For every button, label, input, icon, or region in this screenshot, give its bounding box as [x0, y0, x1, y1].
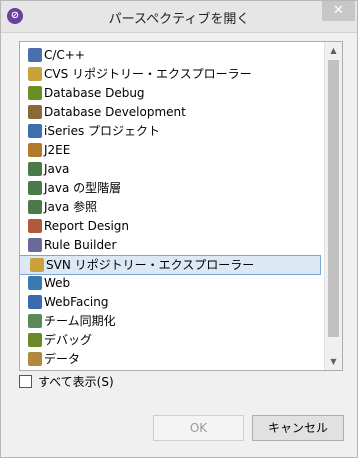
title-bar[interactable]: ⊘ パースペクティブを開く ✕	[1, 1, 357, 33]
svn-repository-icon	[30, 258, 44, 272]
list-item-label: Java	[44, 162, 70, 176]
open-perspective-dialog: ⊘ パースペクティブを開く ✕ データ デバッグ チーム同期化 WebFacing We…	[0, 0, 358, 458]
list-item-label: Database Debug	[44, 86, 145, 100]
show-all-checkbox[interactable]	[19, 375, 32, 388]
close-button[interactable]: ✕	[322, 1, 355, 21]
list-item-label: iSeries プロジェクト	[44, 124, 161, 138]
vertical-scrollbar[interactable]: ▲ ▼	[324, 42, 342, 370]
list-item-label: Web	[44, 276, 71, 290]
database-debug-icon	[28, 86, 42, 100]
list-item-label: チーム同期化	[44, 314, 116, 328]
debug-icon	[28, 333, 42, 347]
list-item[interactable]: C/C++	[28, 46, 91, 64]
list-item[interactable]: CVS リポジトリー・エクスプローラー	[28, 65, 258, 83]
list-item[interactable]: データ	[28, 350, 86, 368]
list-item[interactable]: Web	[28, 274, 76, 292]
rule-builder-icon	[28, 238, 42, 252]
iseries-project-icon	[28, 124, 42, 138]
list-item-label: Database Development	[44, 105, 186, 119]
list-item[interactable]: iSeries プロジェクト	[28, 122, 166, 140]
list-item-label: C/C++	[44, 48, 85, 62]
scroll-up-arrow[interactable]: ▲	[325, 42, 342, 59]
list-item[interactable]: SVN リポジトリー・エクスプローラー	[20, 255, 321, 275]
list-item-label: WebFacing	[44, 295, 109, 309]
list-item[interactable]: Database Debug	[28, 84, 151, 102]
data-icon	[28, 352, 42, 366]
team-sync-icon	[28, 314, 42, 328]
ok-button[interactable]: OK	[153, 415, 244, 441]
list-item-label: Report Design	[44, 219, 130, 233]
list-item[interactable]: Java の型階層	[28, 179, 127, 197]
show-all-row[interactable]: すべて表示(S)	[19, 373, 114, 391]
list-item[interactable]: Java 参照	[28, 198, 103, 216]
java-icon	[28, 162, 42, 176]
list-item-label: デバッグ	[44, 333, 93, 347]
list-item-label: J2EE	[44, 143, 71, 157]
cvs-repository-icon	[28, 67, 42, 81]
list-item[interactable]: Report Design	[28, 217, 135, 235]
cancel-button[interactable]: キャンセル	[252, 415, 344, 441]
dialog-content: データ デバッグ チーム同期化 WebFacing Web SVN リポジトリー・エクスプ…	[1, 33, 357, 457]
perspective-list[interactable]: データ デバッグ チーム同期化 WebFacing Web SVN リポジトリー・エクスプ…	[19, 41, 343, 371]
list-item-label: CVS リポジトリー・エクスプローラー	[44, 67, 252, 81]
list-item-label: Rule Builder	[44, 238, 117, 252]
list-item-label: SVN リポジトリー・エクスプローラー	[46, 258, 255, 272]
list-item[interactable]: チーム同期化	[28, 312, 122, 330]
list-item[interactable]: Database Development	[28, 103, 192, 121]
list-item[interactable]: WebFacing	[28, 293, 114, 311]
scroll-thumb[interactable]	[328, 60, 339, 337]
list-item[interactable]: デバッグ	[28, 331, 98, 349]
report-design-icon	[28, 219, 42, 233]
j2ee-icon	[28, 143, 42, 157]
scroll-down-arrow[interactable]: ▼	[325, 353, 342, 370]
java-browsing-icon	[28, 200, 42, 214]
dialog-title: パースペクティブを開く	[108, 12, 250, 27]
webfacing-icon	[28, 295, 42, 309]
list-item-label: Java の型階層	[44, 181, 122, 195]
database-development-icon	[28, 105, 42, 119]
list-item[interactable]: J2EE	[28, 141, 76, 159]
java-type-hierarchy-icon	[28, 181, 42, 195]
list-item[interactable]: Java	[28, 160, 75, 178]
list-item[interactable]: Rule Builder	[28, 236, 122, 254]
list-item-label: データ	[44, 352, 81, 366]
c-cpp-icon	[28, 48, 42, 62]
web-icon	[28, 276, 42, 290]
list-item-label: Java 参照	[44, 200, 98, 214]
show-all-label[interactable]: すべて表示(S)	[38, 375, 114, 389]
